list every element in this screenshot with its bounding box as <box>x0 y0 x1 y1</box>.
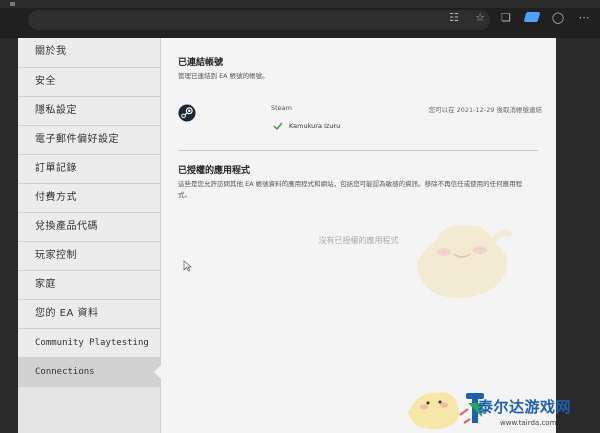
profile-icon[interactable]: ◯ <box>550 9 566 25</box>
sidebar-item-player-controls[interactable]: 玩家控制 <box>18 242 160 271</box>
authorized-apps-description-line1: 這些是您允許訪問其他 EA 帳號資料的應用程式和網站，包括您可能認為敏感的資訊。… <box>178 180 523 188</box>
sidebar-item-about-me[interactable]: 關於我 <box>18 38 160 68</box>
linked-service-name: Steam <box>271 104 292 112</box>
sidebar-item-order-history[interactable]: 訂單記錄 <box>18 155 160 184</box>
linked-username: Kamukura Izuru <box>289 122 341 130</box>
steam-icon <box>178 104 196 122</box>
sidebar-item-ea-data[interactable]: 您的 EA 資料 <box>18 300 160 329</box>
favorite-star-icon[interactable]: ☆ <box>472 9 488 25</box>
tab-strip <box>0 0 600 8</box>
section-divider <box>178 150 538 151</box>
watermark-site-url: www.tairda.com <box>500 419 557 427</box>
unlink-date-note: 您可以在 2021-12-29 後取消帳號連結 <box>428 106 542 114</box>
sidebar-item-security[interactable]: 安全 <box>18 68 160 97</box>
no-authorized-apps-message: 沒有已授權的應用程式 <box>318 236 399 245</box>
sidebar-item-redeem-code[interactable]: 兌換產品代碼 <box>18 213 160 242</box>
watermark-site-title: 泰尔达游戏网 <box>478 398 572 416</box>
collections-icon[interactable]: ❏ <box>498 9 514 25</box>
mouse-cursor-icon <box>183 260 192 272</box>
sidebar-item-family[interactable]: 家庭 <box>18 271 160 300</box>
page-background: 關於我 安全 隱私設定 電子郵件偏好設定 訂單記錄 付費方式 兌換產品代碼 玩家… <box>0 38 600 433</box>
reader-mode-icon[interactable]: ☷ <box>446 9 462 25</box>
browser-chrome: ☷ ☆ ❏ ◯ ⋯ <box>0 0 600 38</box>
tab[interactable] <box>10 2 15 6</box>
mascot-watermark-icon <box>417 225 513 299</box>
more-menu-icon[interactable]: ⋯ <box>576 9 592 25</box>
edge-logo-icon <box>523 12 541 22</box>
linked-accounts-description: 管理已連結到 EA 帳號的帳號。 <box>178 72 269 80</box>
account-settings-card: 關於我 安全 隱私設定 電子郵件偏好設定 訂單記錄 付費方式 兌換產品代碼 玩家… <box>18 38 556 433</box>
sidebar-item-connections[interactable]: Connections <box>18 358 161 387</box>
check-icon <box>273 122 283 130</box>
connections-panel: 已連結帳號 管理已連結到 EA 帳號的帳號。 Steam 您可以在 2021-1… <box>161 38 556 433</box>
address-bar[interactable] <box>28 10 490 30</box>
sidebar-item-email-preferences[interactable]: 電子郵件偏好設定 <box>18 126 160 155</box>
sidebar-item-community-playtesting[interactable]: Community Playtesting <box>18 329 160 358</box>
settings-sidebar: 關於我 安全 隱私設定 電子郵件偏好設定 訂單記錄 付費方式 兌換產品代碼 玩家… <box>18 38 161 433</box>
sidebar-item-privacy[interactable]: 隱私設定 <box>18 97 160 126</box>
authorized-apps-title: 已授權的應用程式 <box>178 166 251 176</box>
authorized-apps-description-line2: 式。 <box>178 191 191 199</box>
authorized-apps-description: 這些是您允許訪問其他 EA 帳號資料的應用程式和網站，包括您可能認為敏感的資訊。… <box>178 179 522 201</box>
edge-extension-icon[interactable] <box>523 9 541 25</box>
linked-accounts-title: 已連結帳號 <box>178 58 224 68</box>
browser-toolbar: ☷ ☆ ❏ ◯ ⋯ <box>446 9 592 25</box>
sidebar-item-payment-methods[interactable]: 付費方式 <box>18 184 160 213</box>
